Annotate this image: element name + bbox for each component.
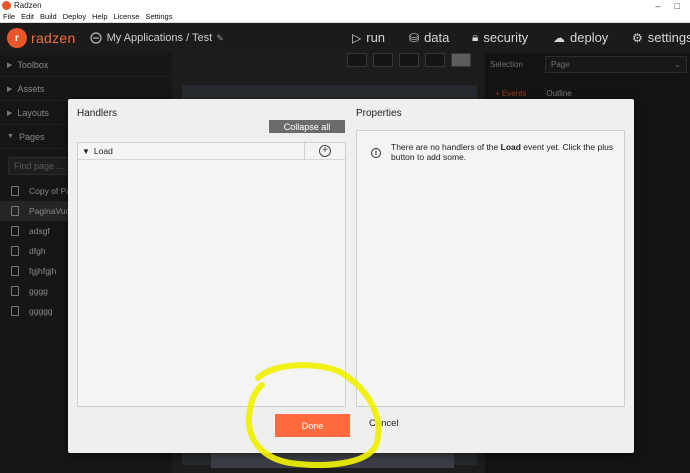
column-divider <box>304 143 305 160</box>
gear-icon: ⚙ <box>632 30 643 45</box>
security-button[interactable]: 🔒︎ security <box>472 30 528 45</box>
menu-license[interactable]: License <box>114 12 140 21</box>
info-icon: i <box>371 148 381 158</box>
caret-down-icon[interactable]: ▼ <box>82 147 90 156</box>
cancel-button[interactable]: Cancel <box>369 418 399 429</box>
handlers-title: Handlers <box>77 108 118 119</box>
minimize-icon[interactable]: – <box>656 1 661 11</box>
deploy-label: deploy <box>570 30 609 45</box>
handlers-tree: ▼ Load + <box>77 142 346 407</box>
collapse-all-button[interactable]: Collapse all <box>269 120 345 133</box>
menu-file[interactable]: File <box>3 12 15 21</box>
project-breadcrumb[interactable]: My Applications / Test ✎ <box>90 32 224 44</box>
data-label: data <box>424 30 450 45</box>
lock-icon: 🔒︎ <box>472 30 479 44</box>
settings-button[interactable]: ⚙ settings <box>632 30 690 45</box>
menu-settings[interactable]: Settings <box>145 12 172 21</box>
radzen-logo[interactable]: r radzen <box>7 28 76 48</box>
logo-text: radzen <box>31 30 76 46</box>
info-text-pre: There are no handlers of the <box>391 142 501 152</box>
data-icon: ⛁ <box>409 30 420 45</box>
data-button[interactable]: ⛁ data <box>409 30 449 45</box>
menu-help[interactable]: Help <box>92 12 107 21</box>
menu-deploy[interactable]: Deploy <box>63 12 86 21</box>
apps-icon <box>90 32 102 44</box>
radzen-app-icon <box>2 1 11 10</box>
top-toolbar: r radzen My Applications / Test ✎ ▷ run … <box>0 23 690 53</box>
run-label: run <box>366 30 386 45</box>
event-row-load[interactable]: ▼ Load + <box>78 143 345 160</box>
menu-edit[interactable]: Edit <box>21 12 34 21</box>
done-button[interactable]: Done <box>275 414 350 437</box>
window-title: Radzen <box>14 1 42 10</box>
info-text: There are no handlers of the Load event … <box>391 142 621 162</box>
window-titlebar: Radzen – □ <box>0 0 690 11</box>
properties-title: Properties <box>356 108 402 119</box>
deploy-button[interactable]: ☁ deploy <box>553 30 608 45</box>
play-icon: ▷ <box>352 30 362 45</box>
info-text-event: Load <box>500 142 521 152</box>
handlers-dialog: Handlers Properties Collapse all ▼ Load … <box>68 99 634 453</box>
security-label: security <box>483 30 529 45</box>
menu-build[interactable]: Build <box>40 12 57 21</box>
event-name: Load <box>93 146 113 156</box>
menu-bar: File Edit Build Deploy Help License Sett… <box>0 11 690 23</box>
edit-icon[interactable]: ✎ <box>216 33 224 44</box>
run-button[interactable]: ▷ run <box>352 30 385 45</box>
settings-label: settings <box>647 30 690 45</box>
project-path: My Applications / Test <box>106 32 213 44</box>
info-message: i There are no handlers of the Load even… <box>371 142 621 162</box>
maximize-icon[interactable]: □ <box>675 1 680 11</box>
cloud-upload-icon: ☁ <box>553 30 565 45</box>
radzen-logo-icon: r <box>7 28 27 48</box>
canvas-footer <box>211 453 454 468</box>
add-handler-icon[interactable]: + <box>319 145 331 157</box>
properties-area: i There are no handlers of the Load even… <box>356 130 625 407</box>
